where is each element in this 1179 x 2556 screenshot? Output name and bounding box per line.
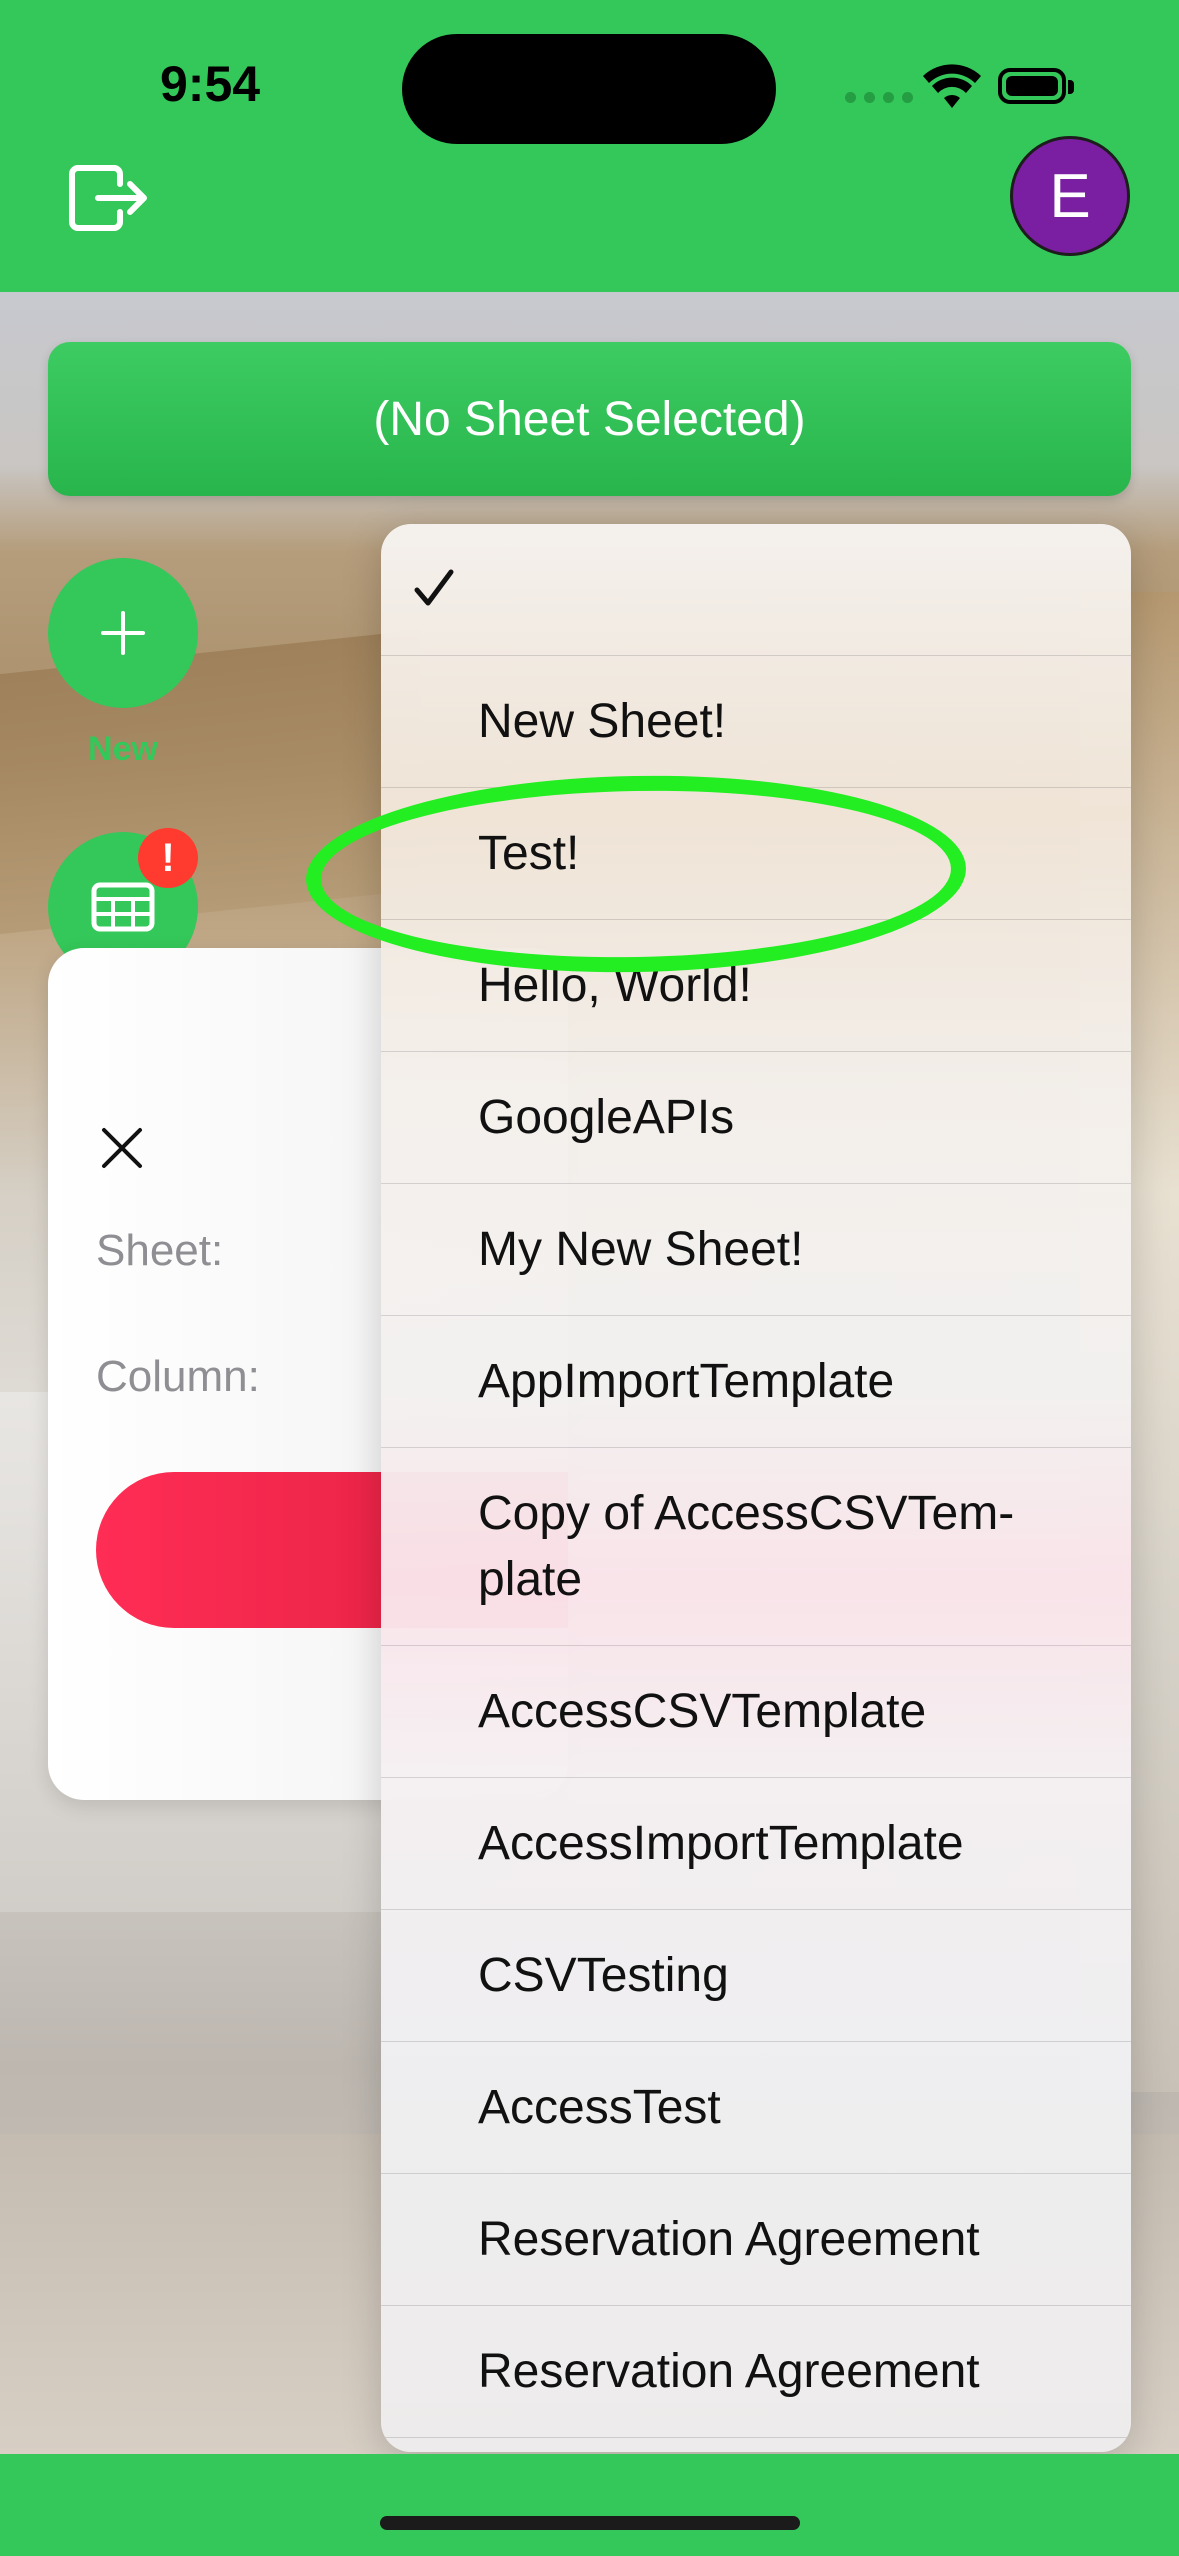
menu-item[interactable]: New Sheet!: [381, 656, 1131, 788]
menu-item-label: Reservation Agreement: [478, 2212, 980, 2266]
new-button[interactable]: [48, 558, 198, 708]
close-icon[interactable]: [100, 1126, 144, 1170]
menu-item[interactable]: My New Sheet!: [381, 1184, 1131, 1316]
alert-badge: !: [138, 828, 198, 888]
menu-item-label: Hello, World!: [478, 958, 752, 1012]
sheet-label: Sheet:: [96, 1226, 224, 1275]
menu-item[interactable]: CSVTesting: [381, 1910, 1131, 2042]
menu-item-label: Copy of AccessCSVTem- plate: [478, 1486, 1015, 1606]
avatar[interactable]: E: [1010, 136, 1130, 256]
menu-item-label: Reservation Agreement: [478, 2344, 980, 2398]
status-time: 9:54: [160, 56, 261, 112]
menu-item[interactable]: Test!: [381, 788, 1131, 920]
menu-item[interactable]: AppImportTemplate: [381, 1316, 1131, 1448]
column-label: Column:: [96, 1352, 260, 1401]
sheet-selector-button[interactable]: (No Sheet Selected): [48, 342, 1131, 496]
menu-item-label: AppImportTemplate: [478, 1354, 895, 1408]
cellular-icon: [845, 92, 913, 103]
menu-item[interactable]: Hello, World!: [381, 920, 1131, 1052]
wifi-icon: [923, 64, 981, 108]
status-bar: 9:54: [0, 0, 1179, 170]
menu-item[interactable]: AccessImportTemplate: [381, 1778, 1131, 1910]
checkmark-icon: [414, 569, 454, 606]
menu-item[interactable]: AccessTest: [381, 2042, 1131, 2174]
home-indicator[interactable]: [380, 2516, 800, 2530]
menu-item-label: GoogleAPIs: [478, 1090, 735, 1144]
menu-item[interactable]: Copy of AccessCSVTem- plate: [381, 1448, 1131, 1646]
battery-icon: [998, 68, 1074, 104]
menu-item-label: AccessCSVTemplate: [478, 1684, 927, 1738]
menu-item-label: New Sheet!: [478, 694, 727, 748]
menu-item-label: AccessImportTemplate: [478, 1816, 964, 1870]
menu-item-label: My New Sheet!: [478, 1222, 804, 1276]
menu-item[interactable]: Reservation Agreement: [381, 2306, 1131, 2438]
new-button-label: New: [88, 730, 158, 768]
menu-item-label: CSVTesting: [478, 1948, 729, 2002]
menu-item[interactable]: GoogleAPIs: [381, 1052, 1131, 1184]
logout-icon[interactable]: [68, 162, 148, 234]
menu-item-none[interactable]: [381, 524, 1131, 656]
dynamic-island: [402, 34, 776, 144]
menu-item-label: AccessTest: [478, 2080, 721, 2134]
top-bar: 9:54 E: [0, 0, 1179, 292]
sheet-dropdown-menu: New Sheet! Test! Hello, World! GoogleAPI…: [381, 524, 1131, 2452]
plus-icon: [101, 611, 145, 655]
menu-item-label: Test!: [478, 826, 580, 880]
table-icon: [91, 882, 155, 932]
bottom-bar: [0, 2454, 1179, 2556]
menu-item[interactable]: AccessCSVTemplate: [381, 1646, 1131, 1778]
menu-item[interactable]: Reservation Agreement: [381, 2174, 1131, 2306]
